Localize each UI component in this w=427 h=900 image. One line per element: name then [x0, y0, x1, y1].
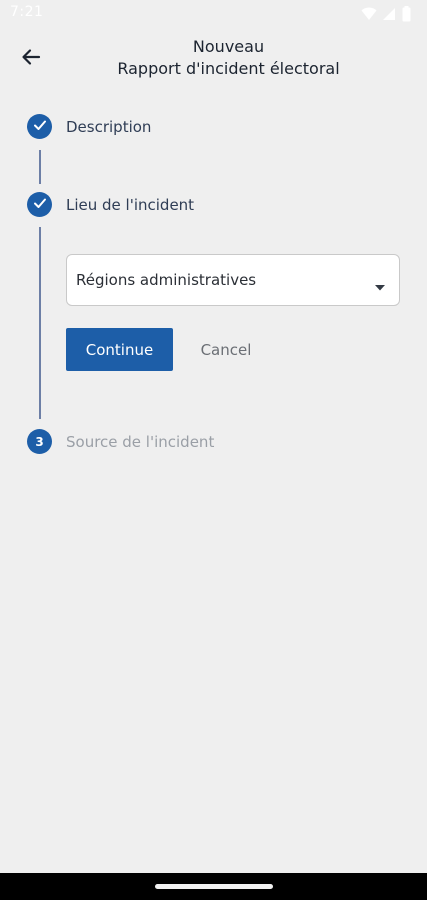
check-icon [33, 117, 47, 136]
home-indicator[interactable] [155, 884, 273, 889]
step-2-label: Lieu de l'incident [66, 196, 195, 214]
dropdown-value: Régions administratives [76, 271, 257, 289]
step-2-indicator [27, 192, 52, 217]
page-title-line-2: Rapport d'incident électoral [117, 59, 340, 78]
caret-down-icon [375, 276, 385, 295]
step-connector-2 [38, 227, 41, 419]
continue-button[interactable]: Continue [66, 328, 173, 371]
step-connector-1 [38, 150, 41, 184]
cancel-button[interactable]: Cancel [188, 328, 264, 371]
back-button[interactable] [14, 42, 48, 76]
wifi-icon [361, 7, 377, 21]
system-nav-bar [0, 873, 427, 900]
status-icons [361, 6, 411, 22]
step-3-indicator: 3 [27, 429, 52, 454]
page-title-line-1: Nouveau [192, 37, 265, 56]
check-icon [33, 195, 47, 214]
status-time: 7:21 [10, 4, 44, 20]
step-1-label: Description [66, 118, 152, 136]
status-bar: 7:21 [0, 0, 427, 28]
step-3-number: 3 [35, 434, 44, 449]
page-title: Nouveau Rapport d'incident électoral [60, 36, 397, 80]
step-3-label: Source de l'incident [66, 433, 215, 451]
battery-icon [402, 6, 411, 22]
region-dropdown[interactable]: Régions administratives [66, 254, 400, 306]
signal-icon [383, 7, 396, 21]
step-1-indicator [27, 114, 52, 139]
arrow-left-icon [21, 47, 41, 71]
app-bar: Nouveau Rapport d'incident électoral [0, 28, 427, 92]
